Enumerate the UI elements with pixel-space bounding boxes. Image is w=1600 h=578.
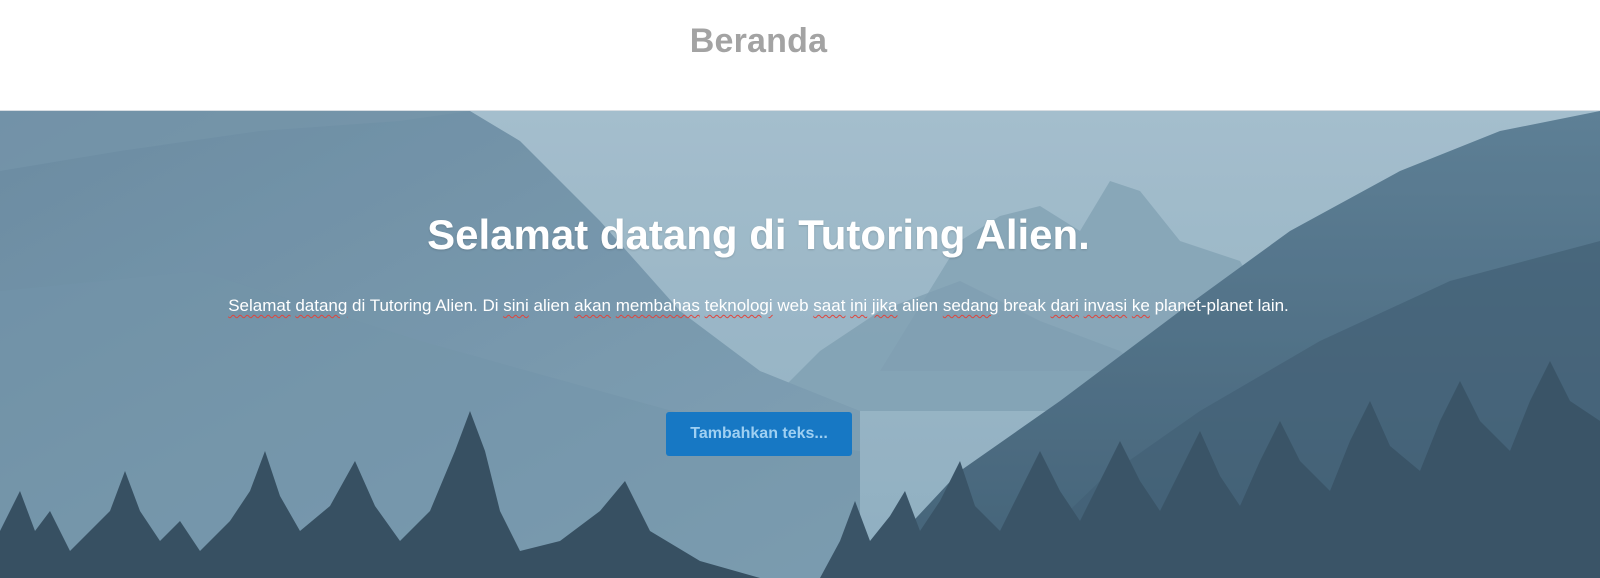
page-header: Beranda <box>0 0 1600 111</box>
paragraph-text: web <box>772 296 814 315</box>
paragraph-text: di Tutoring Alien. Di <box>347 296 504 315</box>
add-text-button[interactable]: Tambahkan teks... <box>666 412 852 456</box>
spellcheck-word: datang <box>295 296 348 315</box>
hero-section: Selamat datang di Tutoring Alien. Selama… <box>0 111 1600 578</box>
spellcheck-word: dari <box>1050 296 1079 315</box>
spellcheck-word: ini <box>850 296 868 315</box>
spellcheck-word: sini <box>503 296 529 315</box>
spellcheck-word: sedang <box>942 296 999 315</box>
spellcheck-word: jika <box>871 296 898 315</box>
paragraph-text: break <box>998 296 1051 315</box>
spellcheck-word: ke <box>1131 296 1150 315</box>
hero-paragraph[interactable]: Selamat datang di Tutoring Alien. Di sin… <box>205 289 1312 322</box>
spellcheck-word: teknologi <box>704 296 773 315</box>
page-title: Beranda <box>689 22 828 60</box>
paragraph-text: alien <box>528 296 575 315</box>
spellcheck-word: Selamat <box>228 296 291 315</box>
paragraph-text: alien <box>897 296 943 315</box>
spellcheck-word: akan <box>574 296 612 315</box>
spellcheck-word: membahas <box>615 296 700 315</box>
paragraph-text: planet-planet lain. <box>1149 296 1289 315</box>
hero-content: Selamat datang di Tutoring Alien. Selama… <box>0 111 1600 578</box>
hero-title: Selamat datang di Tutoring Alien. <box>427 211 1090 258</box>
spellcheck-word: saat <box>813 296 846 315</box>
spellcheck-word: invasi <box>1083 296 1128 315</box>
